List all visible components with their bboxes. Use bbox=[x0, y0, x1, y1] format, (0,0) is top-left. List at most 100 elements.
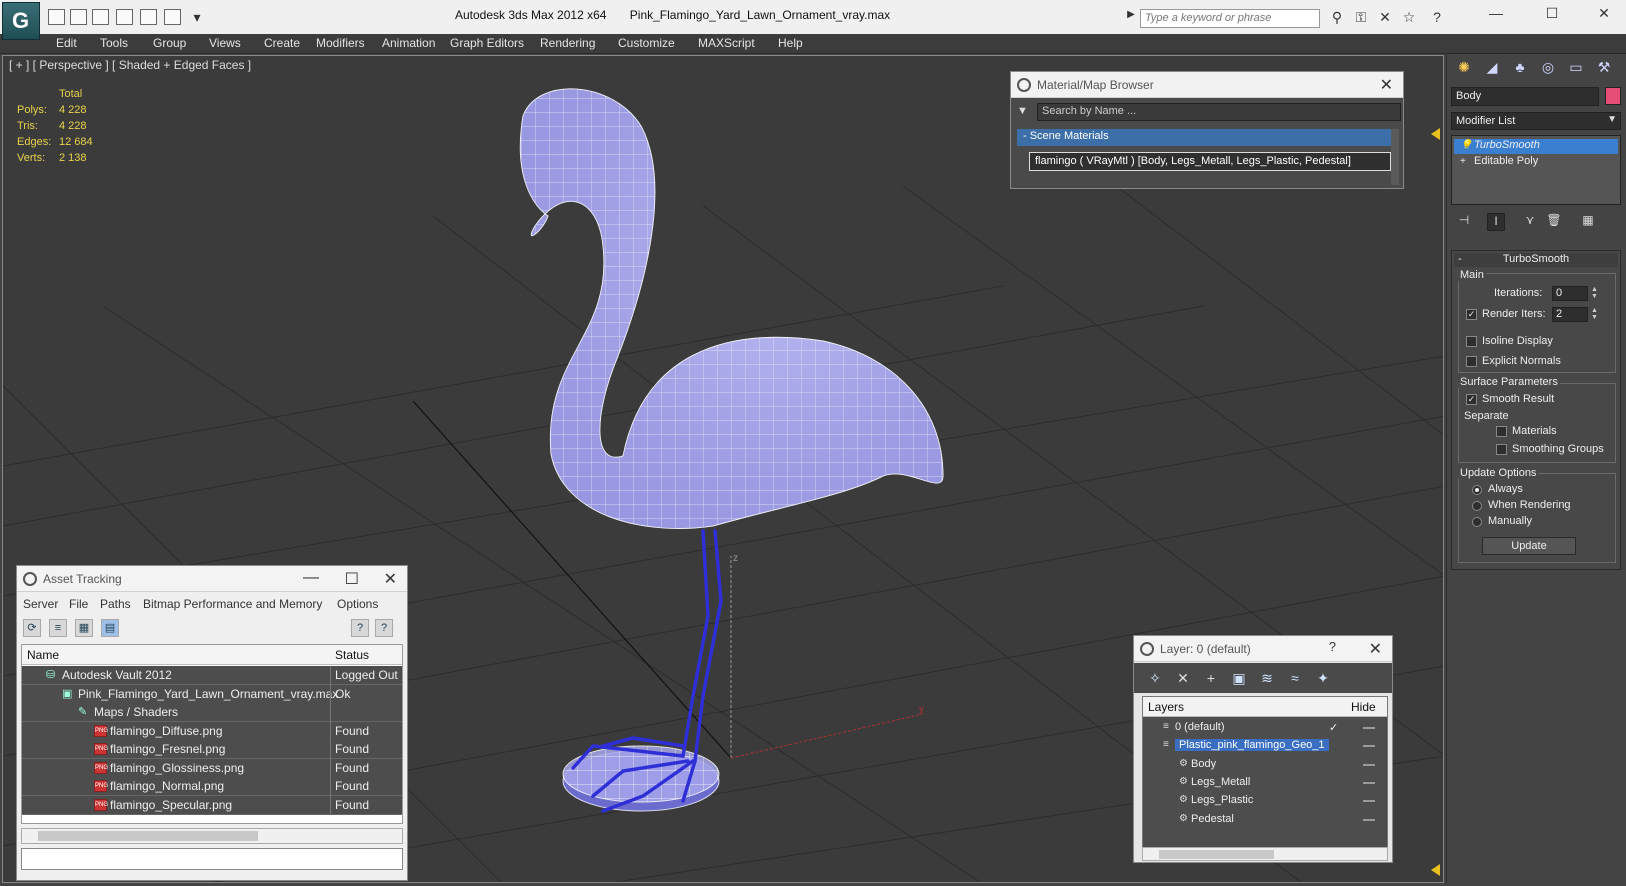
object-name-field[interactable]: Body bbox=[1451, 87, 1599, 106]
show-end-result-icon[interactable]: I bbox=[1487, 213, 1505, 231]
minimize-icon[interactable]: — bbox=[1476, 5, 1516, 25]
close-icon[interactable]: ✕ bbox=[1380, 75, 1393, 95]
viewport-label[interactable]: [ + ] [ Perspective ] [ Shaded + Edged F… bbox=[9, 58, 251, 72]
material-search-input[interactable]: Search by Name ... bbox=[1037, 103, 1401, 121]
material-browser-titlebar[interactable]: Material/Map Browser ✕ bbox=[1011, 72, 1403, 98]
table-view-icon[interactable]: ▤ bbox=[101, 619, 119, 637]
update-when-rendering-radio[interactable] bbox=[1472, 501, 1482, 511]
menu-maxscript[interactable]: MAXScript bbox=[698, 36, 755, 50]
material-entry[interactable]: flamingo ( VRayMtl ) [Body, Legs_Metall,… bbox=[1029, 152, 1391, 171]
table-row[interactable]: ✎ Maps / Shaders bbox=[22, 703, 402, 722]
asset-table-hscrollbar[interactable] bbox=[21, 828, 403, 844]
column-hide[interactable]: Hide bbox=[1351, 700, 1376, 714]
list-view-icon[interactable]: ≡ bbox=[49, 619, 67, 637]
close-icon[interactable]: ✕ bbox=[1584, 5, 1624, 25]
table-row[interactable]: PNG flamingo_Normal.png Found bbox=[22, 777, 402, 796]
hide-toggle[interactable] bbox=[1363, 818, 1375, 821]
subscription-icon[interactable]: ⚿ bbox=[1352, 9, 1370, 27]
update-always-radio[interactable] bbox=[1472, 485, 1482, 495]
material-browser-scrollbar[interactable] bbox=[1391, 129, 1399, 185]
menu-modifiers[interactable]: Modifiers bbox=[316, 36, 365, 50]
render-iters-checkbox[interactable]: ✓ bbox=[1466, 309, 1477, 320]
binoculars-icon[interactable]: ⚲ bbox=[1328, 9, 1346, 27]
modify-tab-icon[interactable]: ◢ bbox=[1481, 59, 1503, 79]
hierarchy-tab-icon[interactable]: ♣ bbox=[1509, 59, 1531, 79]
column-layers[interactable]: Layers bbox=[1148, 700, 1184, 714]
stack-item-turbosmooth[interactable]: 💡 TurboSmooth bbox=[1454, 139, 1618, 154]
close-icon[interactable]: ✕ bbox=[384, 569, 397, 589]
lightbulb-icon[interactable]: 💡 bbox=[1460, 140, 1472, 151]
menu-group[interactable]: Group bbox=[153, 36, 186, 50]
redo-icon[interactable] bbox=[140, 9, 157, 25]
scene-materials-group[interactable]: - Scene Materials bbox=[1017, 129, 1399, 146]
help-icon[interactable]: ? bbox=[1329, 639, 1336, 654]
menu-rendering[interactable]: Rendering bbox=[540, 36, 595, 50]
scrollbar-thumb[interactable] bbox=[38, 831, 258, 841]
layer-list-hscrollbar[interactable] bbox=[1142, 847, 1388, 861]
menu-animation[interactable]: Animation bbox=[382, 36, 435, 50]
table-row[interactable]: PNG flamingo_Diffuse.png Found bbox=[22, 721, 402, 741]
menu-file[interactable]: File bbox=[69, 597, 88, 611]
configure-modifier-sets-icon[interactable]: ▦ bbox=[1579, 213, 1597, 231]
menu-help[interactable]: Help bbox=[778, 36, 803, 50]
help-icon[interactable]: ? bbox=[351, 619, 369, 637]
save-file-icon[interactable] bbox=[92, 9, 109, 25]
maximize-icon[interactable]: ☐ bbox=[1532, 5, 1572, 25]
thumbnail-view-icon[interactable]: ▦ bbox=[75, 619, 93, 637]
smooth-result-checkbox[interactable]: ✓ bbox=[1466, 394, 1477, 405]
project-folder-icon[interactable] bbox=[164, 9, 181, 25]
hide-toggle[interactable] bbox=[1363, 763, 1375, 766]
table-row[interactable]: PNG flamingo_Specular.png Found bbox=[22, 795, 402, 815]
render-iters-spin-arrows[interactable]: ▲ ▼ bbox=[1591, 307, 1599, 322]
open-file-icon[interactable] bbox=[70, 9, 87, 25]
layer-manager-titlebar[interactable]: Layer: 0 (default) ? ✕ bbox=[1134, 636, 1392, 662]
filter-dropdown-icon[interactable]: ▼ bbox=[1017, 105, 1028, 117]
motion-tab-icon[interactable]: ◎ bbox=[1537, 59, 1559, 79]
menu-graph-editors[interactable]: Graph Editors bbox=[450, 36, 524, 50]
update-button[interactable]: Update bbox=[1482, 537, 1576, 555]
menu-bitmap-performance[interactable]: Bitmap Performance and Memory bbox=[143, 597, 322, 611]
select-objects-icon[interactable]: ▣ bbox=[1230, 670, 1248, 688]
search-expand-icon[interactable]: ▶ bbox=[1122, 9, 1140, 27]
render-iters-spinner[interactable]: 2 bbox=[1552, 307, 1588, 322]
close-icon[interactable]: ✕ bbox=[1369, 639, 1382, 659]
add-to-layer-icon[interactable]: + bbox=[1202, 670, 1220, 688]
undo-icon[interactable] bbox=[116, 9, 133, 25]
menu-edit[interactable]: Edit bbox=[56, 36, 77, 50]
column-name[interactable]: Name bbox=[27, 648, 59, 662]
explicit-normals-checkbox[interactable] bbox=[1466, 356, 1477, 367]
quick-access-dropdown-icon[interactable]: ▾ bbox=[188, 9, 206, 27]
layer-row[interactable]: ≡ 0 (default) ✓ bbox=[1143, 719, 1387, 738]
favorites-star-icon[interactable]: ☆ bbox=[1400, 9, 1418, 27]
iterations-spinner[interactable]: 0 bbox=[1552, 286, 1588, 301]
maximize-icon[interactable]: ☐ bbox=[345, 569, 359, 589]
new-file-icon[interactable] bbox=[48, 9, 65, 25]
freeze-all-icon[interactable]: ✦ bbox=[1314, 670, 1332, 688]
hide-toggle[interactable] bbox=[1363, 800, 1375, 803]
delete-layer-icon[interactable]: ✕ bbox=[1174, 670, 1192, 688]
separate-smoothing-groups-checkbox[interactable] bbox=[1496, 444, 1507, 455]
utilities-tab-icon[interactable]: ⚒ bbox=[1593, 59, 1615, 79]
menu-customize[interactable]: Customize bbox=[618, 36, 675, 50]
table-row[interactable]: ⛁ Autodesk Vault 2012 Logged Out bbox=[22, 666, 402, 685]
column-status[interactable]: Status bbox=[335, 648, 369, 662]
turbosmooth-rollout-title[interactable]: - TurboSmooth bbox=[1454, 253, 1618, 267]
refresh-icon[interactable]: ⟳ bbox=[23, 619, 41, 637]
app-logo-button[interactable]: G bbox=[2, 2, 40, 40]
isoline-display-checkbox[interactable] bbox=[1466, 336, 1477, 347]
scrollbar-thumb[interactable] bbox=[1159, 850, 1274, 859]
collapse-icon[interactable]: - bbox=[1458, 253, 1462, 265]
hide-toggle[interactable] bbox=[1363, 781, 1375, 784]
table-row[interactable]: ▣ Pink_Flamingo_Yard_Lawn_Ornament_vray.m… bbox=[22, 684, 402, 704]
table-row[interactable]: PNG flamingo_Fresnel.png Found bbox=[22, 740, 402, 759]
create-layer-icon[interactable]: ✧ bbox=[1146, 670, 1164, 688]
menu-paths[interactable]: Paths bbox=[100, 597, 131, 611]
menu-options[interactable]: Options bbox=[337, 597, 378, 611]
iterations-spin-arrows[interactable]: ▲ ▼ bbox=[1591, 286, 1599, 301]
update-manually-radio[interactable] bbox=[1472, 517, 1482, 527]
keyword-search-input[interactable]: Type a keyword or phrase bbox=[1140, 9, 1320, 28]
hide-toggle[interactable] bbox=[1363, 745, 1375, 748]
hide-toggle[interactable] bbox=[1363, 727, 1375, 729]
menu-views[interactable]: Views bbox=[209, 36, 241, 50]
create-tab-icon[interactable]: ✺ bbox=[1453, 59, 1475, 79]
